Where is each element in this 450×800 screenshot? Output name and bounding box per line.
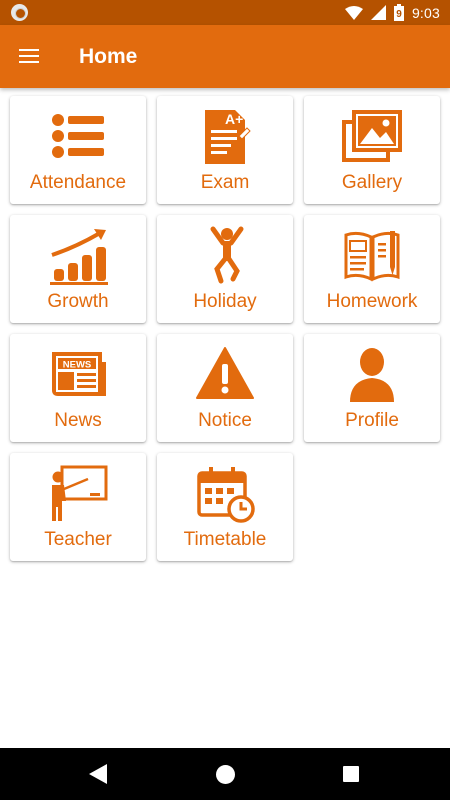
notification-icon [11, 4, 28, 21]
tile-exam[interactable]: A+ Exam [157, 96, 293, 204]
list-icon [48, 106, 108, 166]
jumping-person-icon [195, 225, 255, 285]
tile-label: Profile [345, 410, 399, 431]
tile-gallery[interactable]: Gallery [304, 96, 440, 204]
tile-holiday[interactable]: Holiday [157, 215, 293, 323]
warning-icon [195, 344, 255, 404]
tile-timetable[interactable]: Timetable [157, 453, 293, 561]
tile-label: Attendance [29, 172, 127, 193]
tile-label: Teacher [44, 529, 112, 550]
battery-icon: 9 [393, 4, 404, 21]
navigation-bar [0, 748, 450, 800]
tile-news[interactable]: NEWS News [10, 334, 146, 442]
tile-label: Notice [198, 410, 252, 431]
exam-grade-icon: A+ [195, 106, 255, 166]
svg-text:NEWS: NEWS [63, 360, 92, 371]
tile-profile[interactable]: Profile [304, 334, 440, 442]
tile-label: News [54, 410, 102, 431]
tile-label: Holiday [193, 291, 257, 312]
signal-icon [370, 5, 386, 20]
tile-teacher[interactable]: Teacher [10, 453, 146, 561]
tile-attendance[interactable]: Attendance [10, 96, 146, 204]
gallery-icon [342, 106, 402, 166]
teacher-board-icon [48, 463, 108, 523]
back-icon[interactable] [89, 764, 107, 784]
tile-label: Homework [326, 291, 418, 312]
tile-growth[interactable]: Growth [10, 215, 146, 323]
growth-chart-icon [48, 225, 108, 285]
recent-apps-icon[interactable] [343, 766, 359, 782]
status-bar: 9 9:03 [0, 0, 450, 25]
page-title: Home [79, 45, 138, 68]
tile-label: Gallery [341, 172, 403, 193]
status-icons: 9 9:03 [344, 3, 440, 22]
book-pencil-icon [342, 225, 402, 285]
newspaper-icon: NEWS [48, 344, 108, 404]
tile-homework[interactable]: Homework [304, 215, 440, 323]
calendar-clock-icon [195, 463, 255, 523]
svg-text:A+: A+ [225, 111, 243, 127]
status-time: 9:03 [411, 4, 440, 21]
battery-level: 9 [396, 9, 402, 20]
tile-label: Timetable [183, 529, 267, 550]
wifi-icon [344, 5, 363, 20]
app-bar: Home [0, 25, 450, 88]
home-icon[interactable] [216, 765, 235, 784]
tile-label: Growth [47, 291, 109, 312]
tile-notice[interactable]: Notice [157, 334, 293, 442]
tile-label: Exam [200, 172, 250, 193]
menu-button[interactable] [15, 44, 43, 70]
user-icon [342, 344, 402, 404]
